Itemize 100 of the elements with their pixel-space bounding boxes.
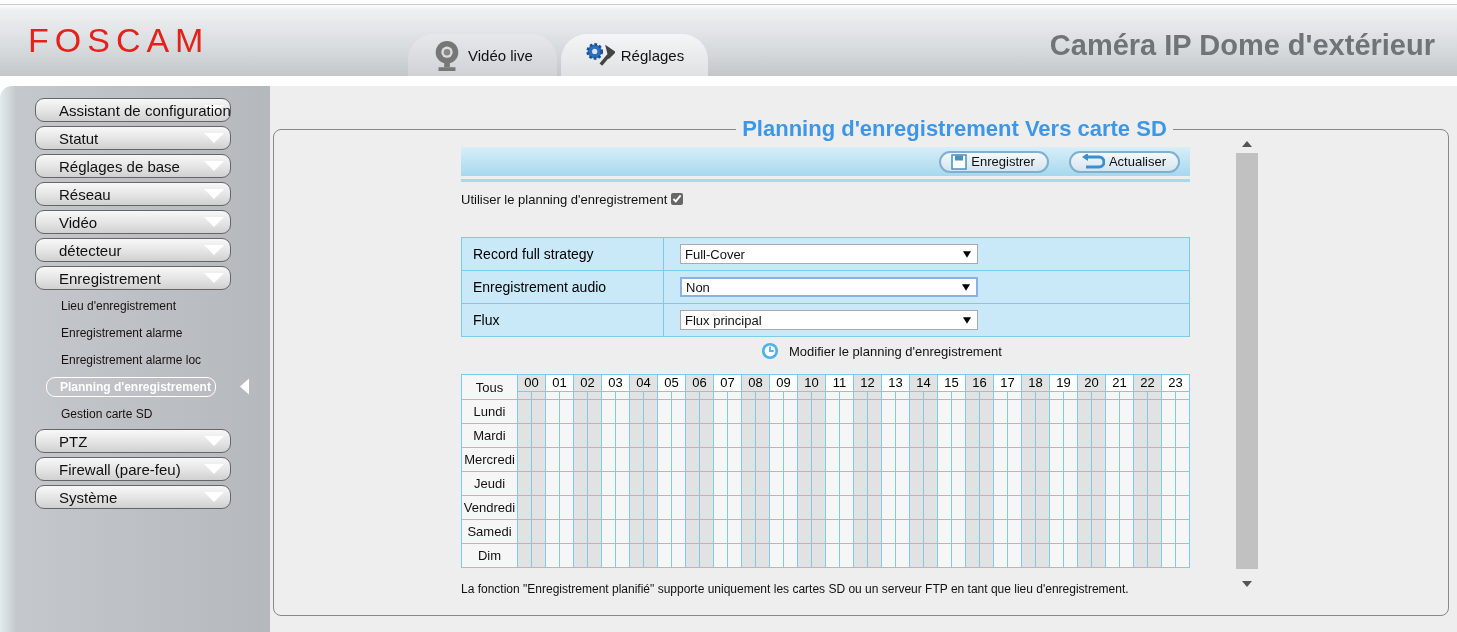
- half-hour-cell[interactable]: [853, 391, 868, 400]
- toolbar-button[interactable]: Actualiser: [1068, 150, 1180, 173]
- half-hour-cell[interactable]: [727, 391, 742, 400]
- half-hour-cell[interactable]: [643, 391, 658, 400]
- menu-button[interactable]: Réglages de base: [35, 154, 231, 178]
- half-hour-cell[interactable]: [615, 391, 630, 400]
- half-hour-cell[interactable]: [755, 391, 770, 400]
- half-hour-cell[interactable]: [1021, 391, 1036, 400]
- day-label: Lundi: [461, 399, 518, 424]
- nav-tab[interactable]: Réglages: [560, 34, 709, 76]
- half-hour-cell[interactable]: [545, 391, 560, 400]
- menu-button[interactable]: détecteur: [35, 238, 231, 262]
- menu-button[interactable]: Statut: [35, 126, 231, 150]
- dropdown[interactable]: Flux principal: [680, 310, 978, 330]
- device-title: Caméra IP Dome d'extérieur: [1049, 29, 1435, 62]
- half-hour-cell[interactable]: [1133, 391, 1148, 400]
- half-hour-cell[interactable]: [1007, 391, 1022, 400]
- half-hour-cell[interactable]: [881, 391, 896, 400]
- half-hour-cell[interactable]: [559, 391, 574, 400]
- menu-button[interactable]: Enregistrement: [35, 266, 231, 290]
- enable-checkbox[interactable]: [671, 193, 684, 205]
- half-hour-cell[interactable]: [825, 391, 840, 400]
- submenu-item[interactable]: Lieu d'enregistrement: [46, 295, 182, 316]
- caret-icon: [963, 316, 971, 324]
- menu-button[interactable]: Système: [35, 485, 231, 509]
- dropdown[interactable]: Full-Cover: [680, 244, 978, 264]
- half-hour-cell[interactable]: [839, 391, 854, 400]
- dropdown[interactable]: Non: [680, 277, 978, 297]
- day-label: Samedi: [461, 519, 518, 544]
- submenu-item[interactable]: Gestion carte SD: [46, 403, 158, 424]
- half-hour-cell[interactable]: [1161, 391, 1176, 400]
- toolbar-button[interactable]: Enregistrer: [939, 150, 1049, 173]
- half-hour-cell[interactable]: [601, 391, 616, 400]
- day-label: Mardi: [461, 423, 518, 448]
- day-label: Jeudi: [461, 471, 518, 496]
- day-label: Vendredi: [461, 495, 518, 520]
- half-hour-cell[interactable]: [1147, 391, 1162, 400]
- half-hour-cell[interactable]: [1035, 391, 1050, 400]
- half-hour-cell[interactable]: [573, 391, 588, 400]
- half-hour-cell[interactable]: [769, 391, 784, 400]
- half-hour-cell[interactable]: [1175, 391, 1190, 400]
- hour-header: 13: [881, 374, 910, 392]
- checkbox-label: Utiliser le planning d'enregistrement: [461, 191, 668, 207]
- half-hour-cell[interactable]: [1105, 391, 1120, 400]
- pointer-icon: [239, 378, 249, 395]
- half-hour-cell[interactable]: [993, 391, 1008, 400]
- half-hour-cell[interactable]: [699, 391, 714, 400]
- half-hour-cell[interactable]: [923, 391, 938, 400]
- half-hour-cell[interactable]: [909, 391, 924, 400]
- half-hour-cell[interactable]: [937, 391, 952, 400]
- hour-header: 19: [1049, 374, 1078, 392]
- hour-header: 01: [545, 374, 574, 392]
- half-hour-cell[interactable]: [1119, 391, 1134, 400]
- save-icon: [951, 153, 968, 170]
- clock-icon: [761, 342, 779, 360]
- half-hour-cell[interactable]: [1063, 391, 1078, 400]
- scroll-down-icon[interactable]: [1242, 581, 1252, 587]
- half-hour-cell[interactable]: [783, 391, 798, 400]
- hour-header: 20: [1077, 374, 1106, 392]
- submenu-item[interactable]: Enregistrement alarme loc: [46, 349, 207, 370]
- scroll-up-icon[interactable]: [1242, 141, 1252, 147]
- half-hour-cell[interactable]: [1077, 391, 1092, 400]
- hour-header: 00: [517, 374, 546, 392]
- hour-header: 11: [825, 374, 854, 392]
- half-hour-cell[interactable]: [1049, 391, 1064, 400]
- half-hour-cell[interactable]: [951, 391, 966, 400]
- half-hour-cell[interactable]: [811, 391, 826, 400]
- select-all-cell[interactable]: Tous: [461, 374, 518, 400]
- half-hour-cell[interactable]: [797, 391, 812, 400]
- half-hour-cell[interactable]: [979, 391, 994, 400]
- half-hour-cell[interactable]: [629, 391, 644, 400]
- edit-schedule-link[interactable]: Modifier le planning d'enregistrement: [789, 343, 1002, 359]
- half-hour-cell[interactable]: [517, 391, 532, 400]
- hour-header: 22: [1133, 374, 1162, 392]
- half-hour-cell[interactable]: [895, 391, 910, 400]
- hour-header: 15: [937, 374, 966, 392]
- nav-tab[interactable]: Vidéo live: [408, 34, 557, 76]
- note-text: La fonction "Enregistrement planifié" supporte uniquement les cartes SD ou un serveur FTP en tant que lieu d'enregistrement.: [461, 582, 1130, 596]
- hour-header: 07: [713, 374, 742, 392]
- caret-icon: [962, 283, 970, 291]
- half-hour-cell[interactable]: [1091, 391, 1106, 400]
- hour-header: 04: [629, 374, 658, 392]
- menu-button[interactable]: Réseau: [35, 182, 231, 206]
- hour-header: 17: [993, 374, 1022, 392]
- submenu-item[interactable]: Enregistrement alarme: [46, 322, 188, 343]
- half-hour-cell[interactable]: [713, 391, 728, 400]
- half-hour-cell[interactable]: [657, 391, 672, 400]
- menu-button[interactable]: Firewall (pare-feu): [35, 457, 231, 481]
- menu-button[interactable]: Vidéo: [35, 210, 231, 234]
- half-hour-cell[interactable]: [965, 391, 980, 400]
- half-hour-cell[interactable]: [685, 391, 700, 400]
- menu-button[interactable]: PTZ: [35, 429, 231, 453]
- half-hour-cell[interactable]: [671, 391, 686, 400]
- half-hour-cell[interactable]: [531, 391, 546, 400]
- half-hour-cell[interactable]: [587, 391, 602, 400]
- menu-button[interactable]: Assistant de configuration: [35, 98, 231, 122]
- half-hour-cell[interactable]: [867, 391, 882, 400]
- half-hour-cell[interactable]: [741, 391, 756, 400]
- hour-header: 16: [965, 374, 994, 392]
- day-label: Mercredi: [461, 447, 518, 472]
